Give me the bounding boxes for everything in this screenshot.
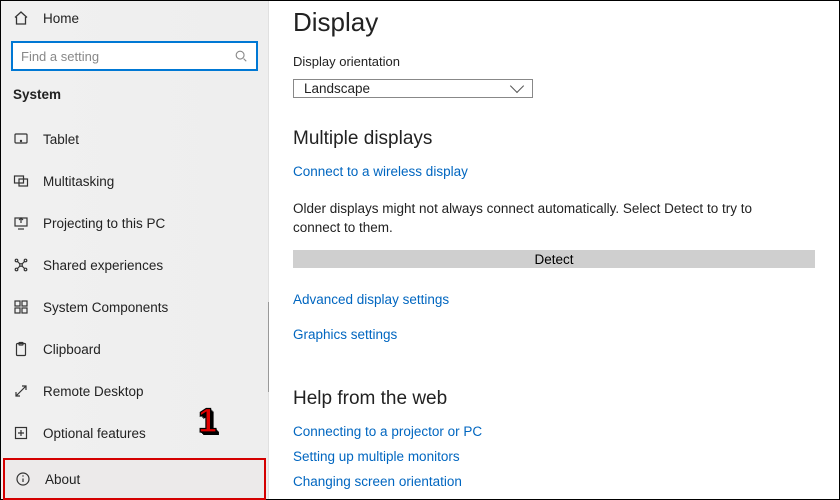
divider (268, 302, 269, 392)
components-icon (13, 299, 29, 315)
sidebar-item-label: System Components (43, 300, 168, 315)
home-icon (13, 10, 29, 26)
sidebar-item-about[interactable]: About (3, 458, 266, 500)
tablet-icon (13, 131, 29, 147)
search-wrap: Find a setting (1, 35, 268, 79)
help-links: Connecting to a projector or PC Setting … (293, 424, 815, 499)
multitasking-icon (13, 173, 29, 189)
main-panel: Display Display orientation Landscape Mu… (269, 1, 839, 499)
connect-wireless-link[interactable]: Connect to a wireless display (293, 164, 815, 179)
chevron-down-icon (510, 79, 524, 93)
remote-desktop-icon (13, 383, 29, 399)
help-link-projector[interactable]: Connecting to a projector or PC (293, 424, 815, 439)
sidebar-item-components[interactable]: System Components (1, 286, 268, 328)
help-heading: Help from the web (293, 388, 815, 410)
sidebar-item-label: Shared experiences (43, 258, 163, 273)
orientation-label: Display orientation (293, 54, 815, 69)
sidebar-item-projecting[interactable]: Projecting to this PC (1, 202, 268, 244)
clipboard-icon (13, 341, 29, 357)
sidebar-item-home[interactable]: Home (1, 1, 268, 35)
detect-button[interactable]: Detect (293, 250, 815, 268)
section-label-system: System (1, 79, 268, 118)
graphics-settings-link[interactable]: Graphics settings (293, 327, 815, 342)
sidebar-item-label: Tablet (43, 132, 79, 147)
sidebar-item-label: Optional features (43, 426, 146, 441)
sidebar-item-label: Projecting to this PC (43, 216, 165, 231)
help-link-monitors[interactable]: Setting up multiple monitors (293, 449, 815, 464)
annotation-callout-1: 1 (198, 402, 217, 441)
sidebar-item-label: Remote Desktop (43, 384, 144, 399)
advanced-display-link[interactable]: Advanced display settings (293, 292, 815, 307)
orientation-select[interactable]: Landscape (293, 79, 533, 98)
sidebar-item-label: Multitasking (43, 174, 114, 189)
search-icon (234, 49, 248, 63)
projecting-icon (13, 215, 29, 231)
multiple-displays-heading: Multiple displays (293, 128, 815, 150)
orientation-value: Landscape (304, 81, 370, 96)
search-placeholder: Find a setting (21, 49, 99, 64)
help-link-orientation[interactable]: Changing screen orientation (293, 474, 815, 489)
optional-features-icon (13, 425, 29, 441)
sidebar-item-remote-desktop[interactable]: Remote Desktop (1, 370, 268, 412)
sidebar-item-clipboard[interactable]: Clipboard (1, 328, 268, 370)
about-icon (15, 471, 31, 487)
shared-icon (13, 257, 29, 273)
nav-list: Tablet Multitasking Projecting to this P… (1, 118, 268, 500)
sidebar-item-tablet[interactable]: Tablet (1, 118, 268, 160)
home-label: Home (43, 11, 79, 26)
sidebar-item-label: About (45, 472, 80, 487)
sidebar-item-label: Clipboard (43, 342, 101, 357)
sidebar-item-optional-features[interactable]: Optional features (1, 412, 268, 454)
sidebar: Home Find a setting System Tablet Multit… (1, 1, 269, 499)
search-input[interactable]: Find a setting (11, 41, 258, 71)
sidebar-item-shared[interactable]: Shared experiences (1, 244, 268, 286)
page-title: Display (293, 7, 815, 38)
multiple-displays-info: Older displays might not always connect … (293, 199, 753, 238)
sidebar-item-multitasking[interactable]: Multitasking (1, 160, 268, 202)
